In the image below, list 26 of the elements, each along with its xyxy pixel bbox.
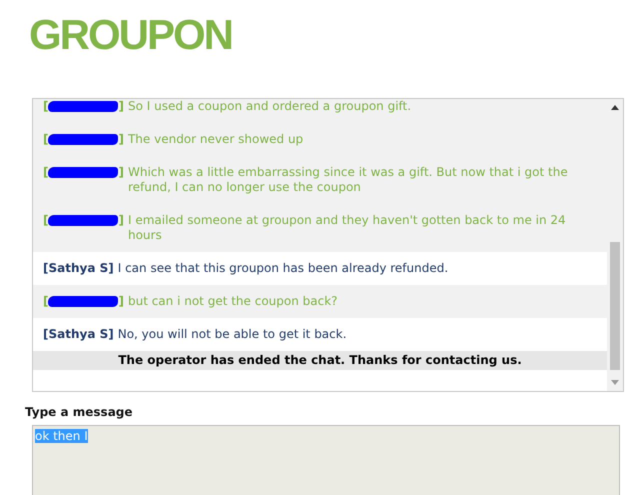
- message-text: The vendor never showed up: [128, 132, 304, 147]
- message-text: Which was a little embarrassing since it was a gift. But now that i got the refund, I can no longer use the coupon: [128, 165, 569, 195]
- bracket: [: [43, 294, 48, 309]
- bracket: [: [43, 132, 48, 147]
- bracket: ]: [118, 132, 124, 147]
- author-name: [Sathya S]: [43, 261, 114, 276]
- message-text: So I used a coupon and ordered a groupon gift.: [128, 99, 412, 114]
- scroll-down-icon[interactable]: [611, 380, 619, 385]
- message-text: but can i not get the coupon back?: [128, 294, 338, 309]
- scrollbar[interactable]: [607, 99, 623, 391]
- bracket: ]: [118, 165, 124, 180]
- bracket: [: [43, 165, 48, 180]
- logo: GROUPON: [29, 12, 232, 58]
- message-text: No, you will not be able to get it back.: [118, 327, 347, 342]
- bracket: ]: [118, 99, 124, 114]
- scroll-up-icon[interactable]: [611, 105, 619, 110]
- message-text: I emailed someone at groupon and they haven't gotten back to me in 24 hours: [128, 213, 567, 243]
- message-text: I can see that this groupon has been already refunded.: [118, 261, 448, 276]
- bracket: ]: [118, 213, 124, 228]
- notice-text: The operator has ended the chat. Thanks for contacting us.: [118, 353, 522, 367]
- bracket: [: [43, 213, 48, 228]
- author-name: [Sathya S]: [43, 327, 114, 342]
- bracket: ]: [118, 294, 124, 309]
- field-label: Type a message: [25, 405, 133, 419]
- message-field[interactable]: ok then I: [32, 425, 620, 495]
- bracket: [: [43, 99, 48, 114]
